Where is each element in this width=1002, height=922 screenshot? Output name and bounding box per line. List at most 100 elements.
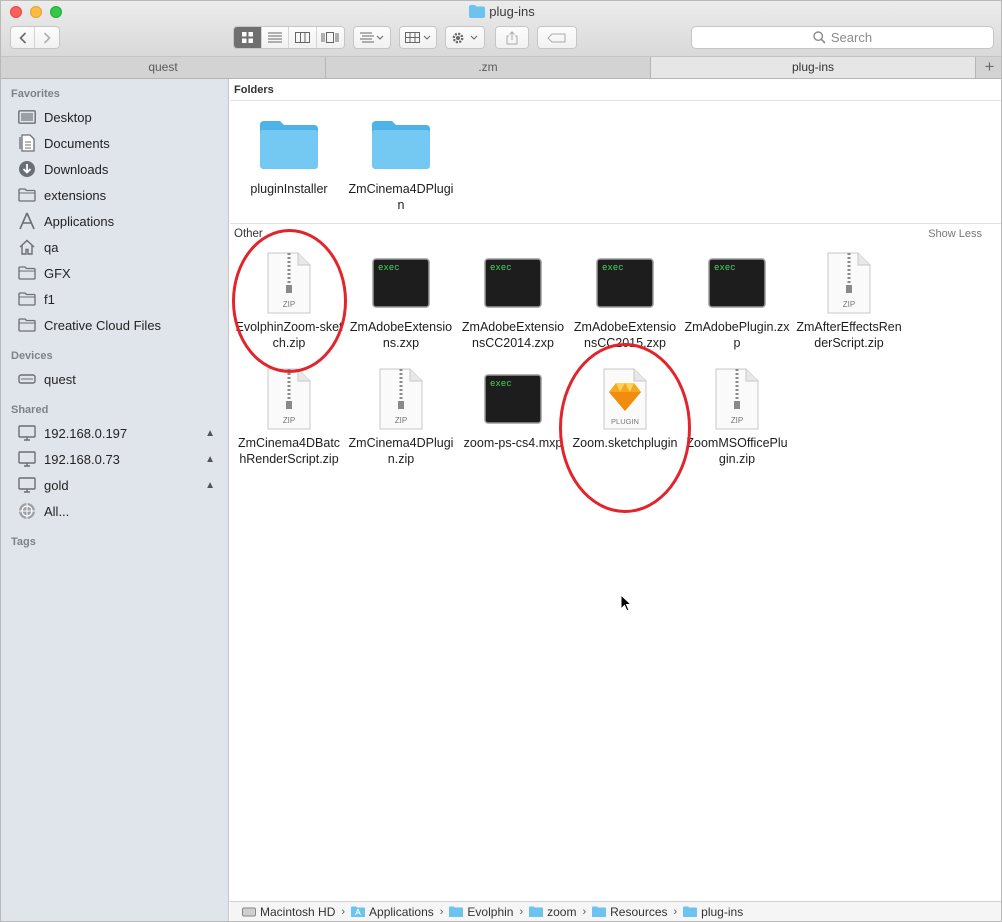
folder-icon	[233, 111, 345, 179]
forward-button[interactable]	[35, 27, 59, 48]
file-item[interactable]: ZIP ZmAfterEffectsRenderScript.zip	[793, 249, 905, 351]
file-item[interactable]: exec ZmAdobePlugin.zxp	[681, 249, 793, 351]
arrange-icon	[360, 32, 384, 43]
downloads-icon	[17, 160, 37, 178]
coverflow-view-button[interactable]	[317, 27, 344, 48]
view-mode-control	[233, 26, 345, 49]
folder-icon	[449, 906, 464, 917]
chevron-right-icon	[43, 31, 51, 44]
tags-button[interactable]	[537, 26, 577, 49]
file-name: ZoomMSOfficePlugin.zip	[686, 436, 788, 466]
path-separator-icon: ›	[439, 906, 444, 918]
window-title: plug-ins	[1, 4, 1001, 19]
svg-text:ZIP: ZIP	[843, 300, 855, 309]
path-segment[interactable]: plug-ins	[683, 905, 743, 919]
file-item[interactable]: ZIP ZoomMSOfficePlugin.zip	[681, 365, 793, 467]
path-segment[interactable]: Resources	[592, 905, 668, 919]
annotation-circle	[559, 343, 691, 513]
sidebar-item-extensions[interactable]: extensions	[17, 183, 225, 207]
path-segment-label: Evolphin	[467, 905, 514, 919]
sidebar-item-shared-gold[interactable]: gold ▲	[17, 473, 225, 497]
path-segment[interactable]: Applications	[351, 905, 434, 919]
arrange-menu-button[interactable]	[353, 26, 391, 49]
file-item[interactable]: ZIP ZmCinema4DBatchRenderScript.zip	[233, 365, 345, 467]
path-segment[interactable]: Macintosh HD	[242, 905, 335, 919]
sidebar-item-creative-cloud-files[interactable]: Creative Cloud Files	[17, 313, 225, 337]
sidebar-item-label: quest	[44, 371, 76, 387]
title-toolbar: plug-ins Search	[1, 1, 1001, 57]
sidebar-heading-shared: Shared	[11, 404, 49, 416]
search-placeholder: Search	[830, 30, 873, 45]
sidebar-item-label: All...	[44, 503, 70, 519]
search-field[interactable]: Search	[691, 26, 994, 49]
applications-icon	[17, 212, 37, 230]
finder-window: plug-ins Search quest .zm plug-ins + Fav…	[0, 0, 1002, 922]
gear-icon	[452, 32, 478, 43]
action-menu-button[interactable]	[445, 26, 485, 49]
folder-icon	[683, 906, 698, 917]
group-icon	[405, 32, 431, 43]
sidebar-item-downloads[interactable]: Downloads	[17, 157, 225, 181]
sidebar-item-qa[interactable]: qa	[17, 235, 225, 259]
folder-item[interactable]: pluginInstaller	[233, 111, 345, 197]
network-icon	[17, 502, 37, 520]
group-menu-button[interactable]	[399, 26, 437, 49]
file-item[interactable]: exec ZmAdobeExtensionsCC2015.zxp	[569, 249, 681, 351]
exec-file-icon: exec	[457, 249, 569, 317]
sidebar-item-shared-all[interactable]: All...	[17, 499, 225, 523]
path-segment[interactable]: zoom	[529, 905, 576, 919]
sidebar-item-shared-197[interactable]: 192.168.0.197 ▲	[17, 421, 225, 445]
folder-icon	[17, 186, 37, 204]
sidebar-item-documents[interactable]: Documents	[17, 131, 225, 155]
chevron-left-icon	[18, 31, 26, 44]
eject-icon[interactable]: ▲	[205, 454, 215, 465]
tab-plug-ins[interactable]: plug-ins	[651, 57, 976, 78]
eject-icon[interactable]: ▲	[205, 480, 215, 491]
file-name: zoom-ps-cs4.mxp	[463, 436, 563, 450]
column-view-button[interactable]	[289, 27, 317, 48]
svg-text:ZIP: ZIP	[283, 416, 295, 425]
tag-icon	[547, 33, 566, 42]
eject-icon[interactable]: ▲	[205, 428, 215, 439]
desktop-icon	[17, 108, 37, 126]
file-item[interactable]: exec ZmAdobeExtensionsCC2014.zxp	[457, 249, 569, 351]
folder-item[interactable]: ZmCinema4DPlugin	[345, 111, 457, 213]
exec-file-icon: exec	[345, 249, 457, 317]
file-name: ZmCinema4DPlugin.zip	[348, 436, 454, 466]
svg-text:exec: exec	[490, 263, 512, 273]
path-separator-icon: ›	[341, 906, 346, 918]
sidebar-item-gfx[interactable]: GFX	[17, 261, 225, 285]
sidebar-item-label: 192.168.0.197	[44, 425, 128, 441]
path-segment-label: Macintosh HD	[260, 905, 336, 919]
exec-file-icon: exec	[457, 365, 569, 433]
grid-icon	[241, 32, 253, 43]
sidebar-item-label: Applications	[44, 213, 115, 229]
tab-zm[interactable]: .zm	[326, 57, 651, 78]
drive-icon	[17, 370, 37, 388]
file-item[interactable]: exec zoom-ps-cs4.mxp	[457, 365, 569, 451]
applications-folder-icon	[351, 906, 366, 917]
new-tab-button[interactable]: +	[976, 57, 1001, 78]
sidebar-item-shared-73[interactable]: 192.168.0.73 ▲	[17, 447, 225, 471]
documents-icon	[17, 134, 37, 152]
tab-quest[interactable]: quest	[1, 57, 326, 78]
path-separator-icon: ›	[582, 906, 587, 918]
home-icon	[17, 238, 37, 256]
path-segment[interactable]: Evolphin	[449, 905, 513, 919]
file-item[interactable]: exec ZmAdobeExtensions.zxp	[345, 249, 457, 351]
sidebar-item-f1[interactable]: f1	[17, 287, 225, 311]
sidebar-item-label: Desktop	[44, 109, 92, 125]
file-name: ZmCinema4DBatchRenderScript.zip	[237, 436, 341, 466]
icon-view-button[interactable]	[234, 27, 262, 48]
sidebar-item-applications[interactable]: Applications	[17, 209, 225, 233]
sidebar-item-desktop[interactable]: Desktop	[17, 105, 225, 129]
show-less-link[interactable]: Show Less	[928, 228, 982, 240]
sidebar-heading-favorites: Favorites	[11, 88, 60, 100]
svg-text:exec: exec	[378, 263, 400, 273]
share-button[interactable]	[495, 26, 529, 49]
back-button[interactable]	[11, 27, 35, 48]
list-view-button[interactable]	[262, 27, 289, 48]
plus-icon: +	[984, 57, 995, 76]
file-item[interactable]: ZIP ZmCinema4DPlugin.zip	[345, 365, 457, 467]
sidebar-item-quest-device[interactable]: quest	[17, 367, 225, 391]
